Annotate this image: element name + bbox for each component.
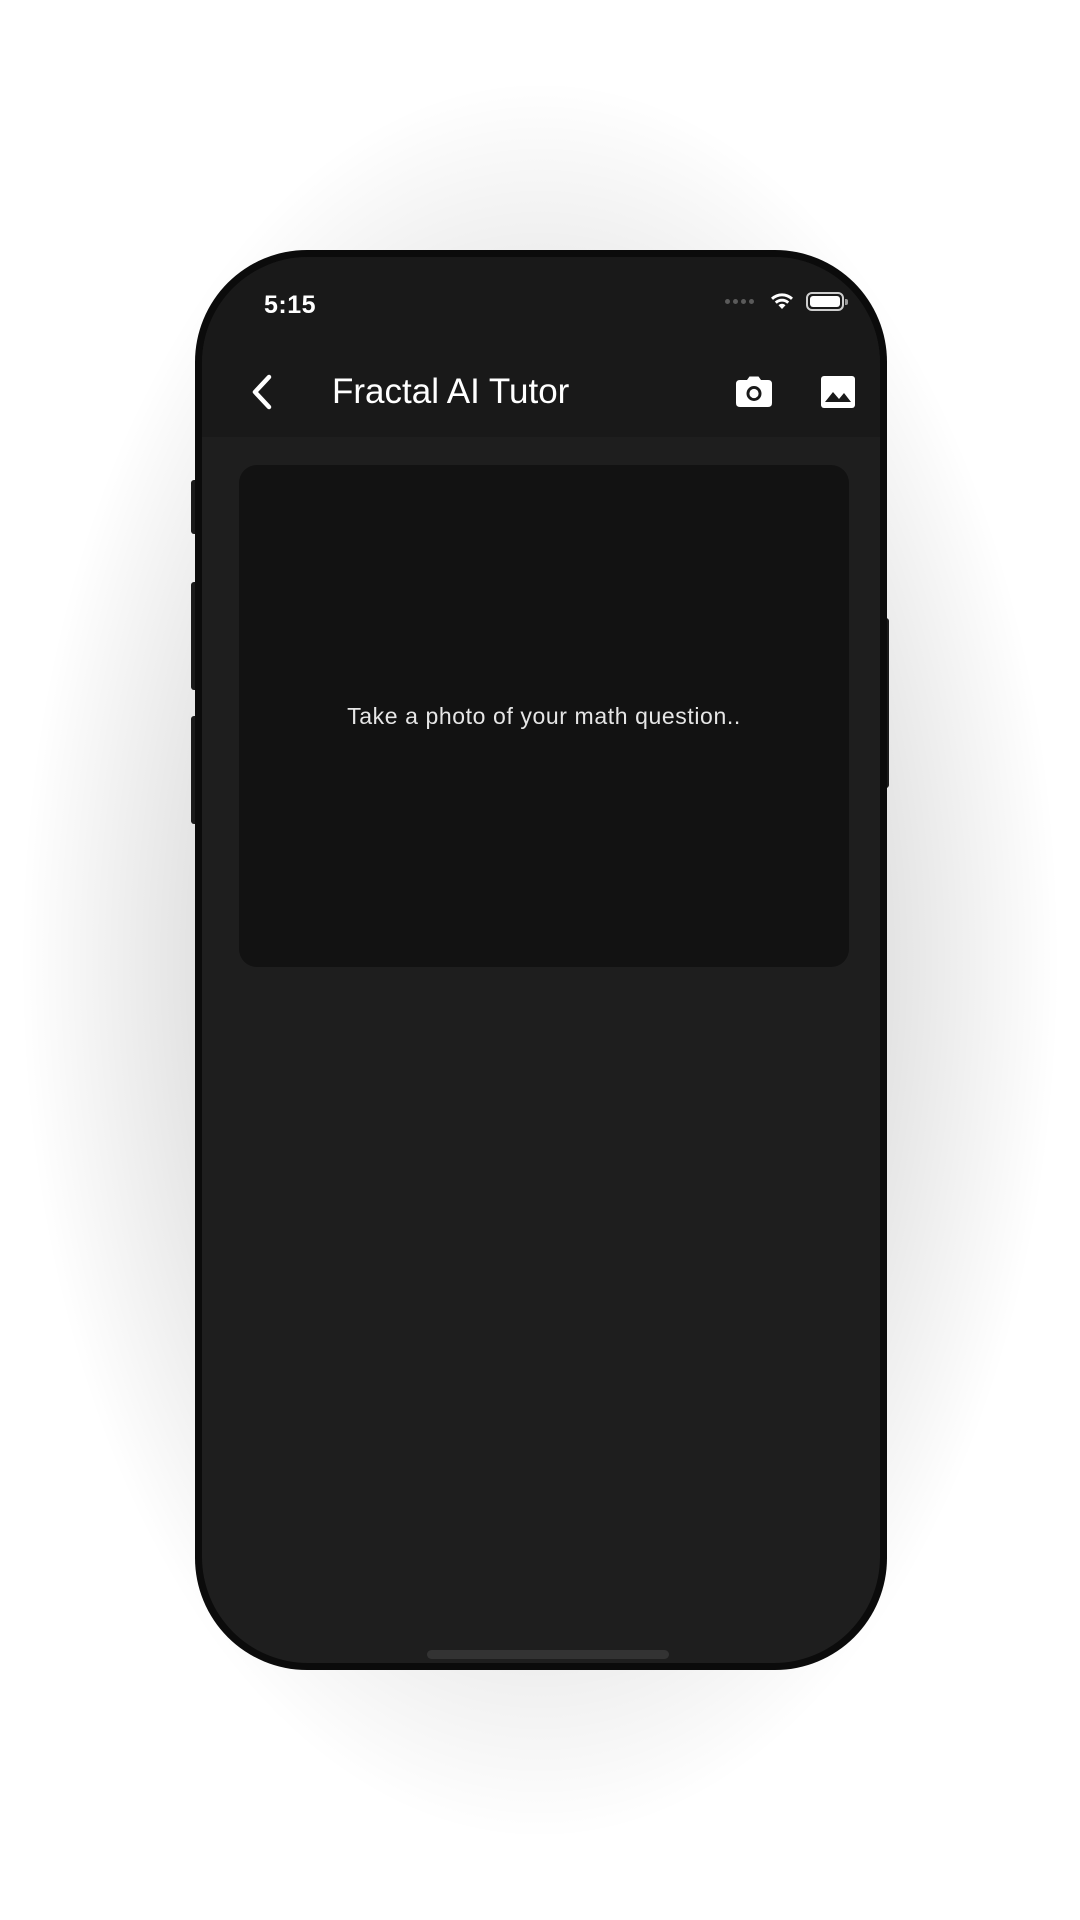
camera-icon [736, 376, 772, 407]
page-title: Fractal AI Tutor [332, 372, 570, 411]
chevron-left-icon [252, 374, 272, 410]
top-bar: 5:15 Fractal AI Tutor [202, 257, 880, 437]
app-screen: 5:15 Fractal AI Tutor Take a photo of yo… [202, 257, 880, 1663]
capture-placeholder-text: Take a photo of your math question.. [347, 702, 741, 729]
camera-button[interactable] [732, 372, 776, 412]
cellular-signal-icon [725, 298, 754, 304]
home-indicator[interactable] [427, 1650, 669, 1659]
back-button[interactable] [240, 370, 284, 414]
status-icons [725, 291, 848, 311]
gallery-button[interactable] [816, 372, 860, 412]
status-time: 5:15 [264, 291, 317, 319]
wifi-icon [771, 293, 793, 309]
photo-capture-card[interactable]: Take a photo of your math question.. [239, 465, 849, 967]
device-backdrop: 5:15 Fractal AI Tutor Take a photo of yo… [0, 0, 1080, 1920]
phone-frame: 5:15 Fractal AI Tutor Take a photo of yo… [195, 250, 887, 1670]
navigation-bar: Fractal AI Tutor [202, 352, 880, 432]
image-gallery-icon [821, 376, 855, 408]
battery-icon [806, 291, 848, 311]
